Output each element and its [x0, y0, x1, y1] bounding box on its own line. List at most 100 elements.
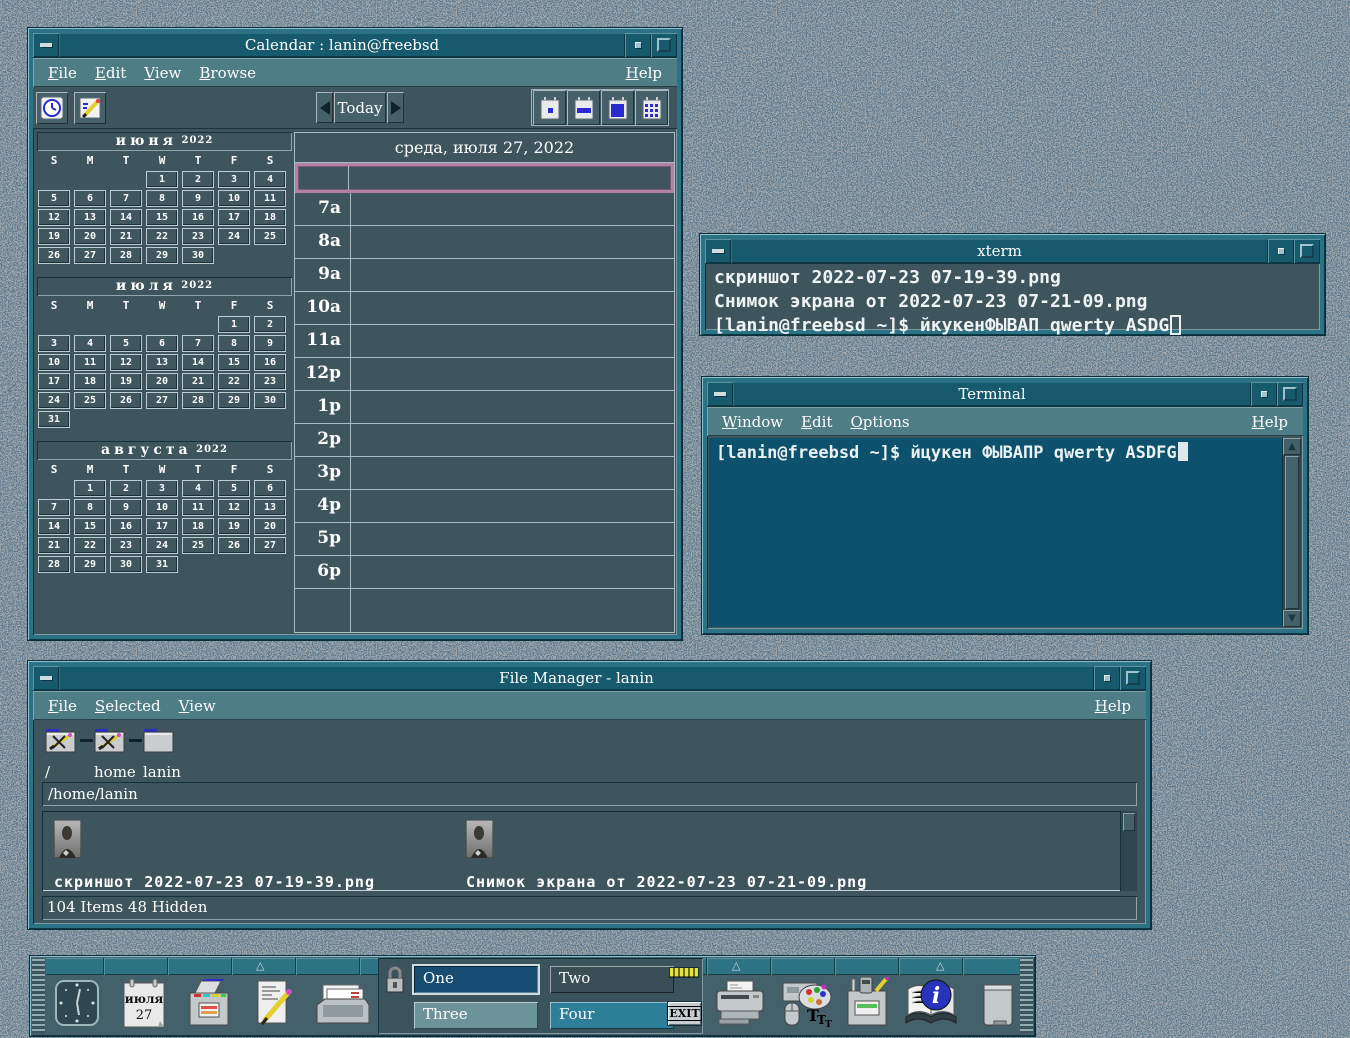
file-list[interactable]: скриншот 2022-07-23 07-19-39.png Снимок …: [42, 811, 1137, 891]
mini-day-cell[interactable]: 12: [110, 354, 142, 371]
appointment-list-button[interactable]: [36, 92, 68, 124]
day-view-slot[interactable]: 2p: [295, 424, 674, 457]
mini-day-cell[interactable]: 30: [182, 247, 214, 264]
mini-day-cell[interactable]: 17: [38, 373, 70, 390]
scroll-down-arrow-icon[interactable]: ▼: [1283, 610, 1301, 627]
mini-day-cell[interactable]: 17: [146, 518, 178, 535]
minimize-button[interactable]: [1251, 382, 1277, 406]
menu-browse[interactable]: Browse: [190, 62, 265, 84]
mini-day-cell[interactable]: 23: [254, 373, 286, 390]
day-view-slot[interactable]: 5p: [295, 523, 674, 556]
mini-day-cell[interactable]: 4: [254, 171, 286, 188]
mini-day-cell[interactable]: 17: [218, 209, 250, 226]
mini-day-cell[interactable]: 16: [110, 518, 142, 535]
slot-appointment-area[interactable]: [351, 259, 674, 291]
panel-help[interactable]: i: [902, 977, 960, 1035]
mini-day-cell[interactable]: 13: [74, 209, 106, 226]
mini-day-cell[interactable]: 21: [110, 228, 142, 245]
mini-day-cell[interactable]: 21: [38, 537, 70, 554]
maximize-button[interactable]: [1294, 239, 1320, 263]
file-manager-titlebar[interactable]: File Manager - lanin: [33, 666, 1146, 691]
minimize-button[interactable]: [1268, 239, 1294, 263]
mini-day-cell[interactable]: 29: [74, 556, 106, 573]
mini-day-cell[interactable]: 25: [182, 537, 214, 554]
mini-day-cell[interactable]: 25: [74, 392, 106, 409]
mini-day-cell[interactable]: 19: [38, 228, 70, 245]
crumb-folder[interactable]: [94, 728, 128, 758]
day-view-slot[interactable]: 10a: [295, 292, 674, 325]
mini-day-cell[interactable]: 28: [38, 556, 70, 573]
crumb-folder[interactable]: [45, 728, 79, 758]
mini-day-cell[interactable]: 18: [74, 373, 106, 390]
mini-day-cell[interactable]: 12: [218, 499, 250, 516]
panel-text-editor[interactable]: [250, 977, 298, 1035]
mini-day-cell[interactable]: 2: [110, 480, 142, 497]
mini-day-cell[interactable]: 20: [254, 518, 286, 535]
next-day-button[interactable]: [387, 92, 404, 123]
prev-day-button[interactable]: [316, 92, 333, 123]
workspace-button-two[interactable]: Two: [550, 966, 674, 993]
mini-day-cell[interactable]: 19: [218, 518, 250, 535]
terminal-scrollbar[interactable]: ▲ ▼: [1282, 438, 1301, 627]
mini-day-cell[interactable]: 16: [182, 209, 214, 226]
scrollbar-thumb[interactable]: [1285, 456, 1299, 609]
crumb-folder[interactable]: [143, 728, 177, 758]
exit-button[interactable]: EXIT: [668, 1002, 701, 1025]
mini-day-cell[interactable]: 10: [38, 354, 70, 371]
mini-day-cell[interactable]: 6: [254, 480, 286, 497]
mini-day-cell[interactable]: 10: [146, 499, 178, 516]
mini-day-cell[interactable]: 9: [182, 190, 214, 207]
window-menu-button[interactable]: [33, 33, 59, 57]
mini-day-cell[interactable]: 11: [182, 499, 214, 516]
mini-day-cell[interactable]: 26: [218, 537, 250, 554]
mini-day-cell[interactable]: 15: [218, 354, 250, 371]
calendar-titlebar[interactable]: Calendar : lanin@freebsd: [33, 33, 677, 58]
mini-day-cell[interactable]: 31: [146, 556, 178, 573]
mini-day-cell[interactable]: 16: [254, 354, 286, 371]
path-crumb[interactable]: home: [94, 728, 128, 782]
xterm-titlebar[interactable]: xterm: [705, 239, 1320, 264]
minimize-button[interactable]: [1094, 666, 1120, 690]
mini-day-cell[interactable]: 28: [110, 247, 142, 264]
appointment-editor-button[interactable]: [74, 92, 106, 124]
menu-options[interactable]: Options: [841, 411, 918, 433]
mini-day-cell[interactable]: 3: [218, 171, 250, 188]
mini-day-cell[interactable]: 26: [38, 247, 70, 264]
subpanel-arrow-icon[interactable]: △: [256, 959, 264, 972]
workspace-button-four[interactable]: Four: [550, 1002, 674, 1029]
mini-day-cell[interactable]: 25: [254, 228, 286, 245]
mini-day-cell[interactable]: 14: [38, 518, 70, 535]
menu-file[interactable]: File: [39, 62, 86, 84]
day-view-selected-slot[interactable]: [295, 163, 674, 193]
panel-trash[interactable]: [978, 977, 1018, 1035]
slot-appointment-area[interactable]: [351, 424, 674, 456]
mini-day-cell[interactable]: 24: [146, 537, 178, 554]
day-view-slot[interactable]: 7a: [295, 193, 674, 226]
panel-application-manager[interactable]: [842, 977, 894, 1035]
day-view-slot[interactable]: 9a: [295, 259, 674, 292]
panel-handle-right[interactable]: [1020, 959, 1033, 1033]
mini-day-cell[interactable]: 31: [38, 411, 70, 428]
mini-day-cell[interactable]: 29: [146, 247, 178, 264]
mini-day-cell[interactable]: 22: [146, 228, 178, 245]
mini-day-cell[interactable]: 4: [182, 480, 214, 497]
mini-day-cell[interactable]: 3: [38, 335, 70, 352]
day-view-slot[interactable]: 8a: [295, 226, 674, 259]
mini-day-cell[interactable]: 22: [74, 537, 106, 554]
menu-selected[interactable]: Selected: [86, 695, 170, 717]
mini-day-cell[interactable]: 18: [254, 209, 286, 226]
mini-day-cell[interactable]: 23: [182, 228, 214, 245]
mini-day-cell[interactable]: 4: [74, 335, 106, 352]
mini-day-cell[interactable]: 2: [254, 316, 286, 333]
panel-clock[interactable]: [54, 977, 100, 1033]
mini-day-cell[interactable]: 6: [146, 335, 178, 352]
mini-day-cell[interactable]: 1: [218, 316, 250, 333]
mini-day-cell[interactable]: 29: [218, 392, 250, 409]
today-button[interactable]: Today: [334, 92, 386, 123]
menu-edit[interactable]: Edit: [792, 411, 841, 433]
mini-day-cell[interactable]: 7: [182, 335, 214, 352]
slot-appointment-area[interactable]: [351, 523, 674, 555]
scroll-up-arrow-icon[interactable]: ▲: [1283, 438, 1301, 455]
menu-help[interactable]: Help: [1243, 411, 1297, 433]
mini-day-cell[interactable]: 8: [74, 499, 106, 516]
